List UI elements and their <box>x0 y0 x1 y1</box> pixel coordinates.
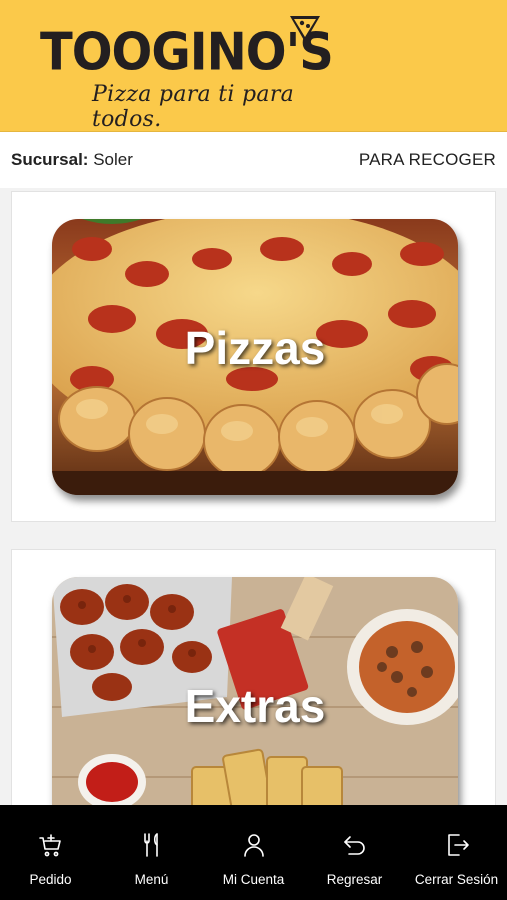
extras-image[interactable]: Extras <box>52 577 458 805</box>
nav-menu[interactable]: Menú <box>101 805 202 900</box>
order-mode[interactable]: PARA RECOGER <box>359 150 496 170</box>
logout-icon <box>447 834 469 856</box>
bottom-nav: Pedido Menú Mi Cuenta Regresar Cerrar Se… <box>0 805 507 900</box>
back-arrow-icon <box>343 836 365 855</box>
nav-label-pedido: Pedido <box>29 872 72 887</box>
nav-cerrar-sesion[interactable]: Cerrar Sesión <box>406 805 507 900</box>
nav-regresar[interactable]: Regresar <box>304 805 405 900</box>
branch-value: Soler <box>93 150 133 169</box>
app-header: TOOGINO'S Pizza para ti para todos. <box>0 0 507 132</box>
pizzas-image[interactable]: Pizzas <box>52 219 458 495</box>
nav-label-cerrar-sesion: Cerrar Sesión <box>414 872 499 887</box>
pizza-slice-icon <box>290 16 320 42</box>
user-icon <box>243 834 264 857</box>
fork-knife-icon <box>143 833 158 857</box>
logo-tagline: Pizza para ti para todos. <box>92 82 295 132</box>
nav-label-menu: Menú <box>134 872 169 887</box>
category-title-extras: Extras <box>184 680 326 732</box>
toogino-logo: TOOGINO'S Pizza para ti para todos. <box>40 16 360 132</box>
category-title-pizzas: Pizzas <box>184 322 326 374</box>
nav-pedido[interactable]: Pedido <box>0 805 101 900</box>
nav-label-mi-cuenta: Mi Cuenta <box>222 872 285 887</box>
nav-label-regresar: Regresar <box>326 872 383 887</box>
category-list: Pizzas Extras <box>0 188 507 805</box>
branch-info: Sucursal: Soler <box>11 150 133 170</box>
branch-info-bar: Sucursal: Soler PARA RECOGER <box>0 132 507 188</box>
cart-icon <box>38 834 61 857</box>
branch-label: Sucursal: <box>11 150 89 169</box>
category-card-pizzas[interactable]: Pizzas <box>11 191 496 522</box>
category-card-extras[interactable]: Extras <box>11 549 496 805</box>
nav-mi-cuenta[interactable]: Mi Cuenta <box>203 805 304 900</box>
